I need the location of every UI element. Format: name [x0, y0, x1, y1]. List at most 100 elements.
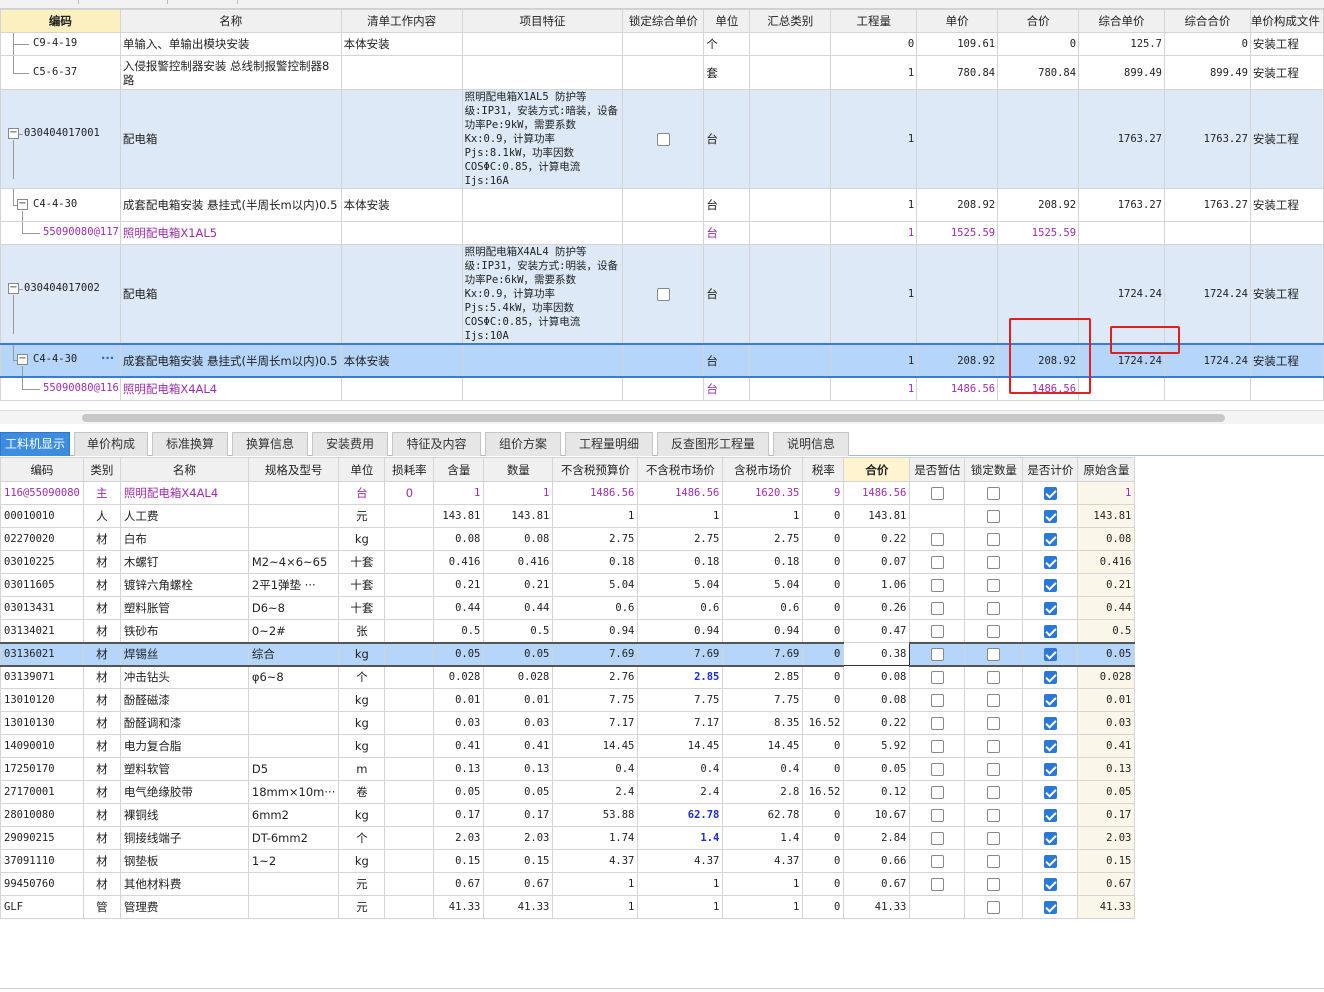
priced-cell[interactable] [1022, 688, 1079, 712]
qty-cell[interactable]: 1 [830, 221, 918, 245]
lock-cell[interactable] [622, 32, 705, 56]
lock-qty-checkbox[interactable] [987, 786, 1001, 799]
taxmarket-cell[interactable]: 1620.35 [722, 481, 804, 505]
content-cell[interactable]: 0.21 [433, 573, 485, 597]
content-cell[interactable]: 2.03 [433, 826, 485, 850]
qty-cell[interactable]: 1 [830, 376, 918, 401]
qty-cell[interactable]: 2.03 [483, 826, 554, 850]
unit-cell[interactable]: 台 [703, 343, 751, 378]
tab-price-composition[interactable]: 单价构成 [74, 432, 148, 456]
orig-content-cell[interactable]: 0.5 [1077, 619, 1136, 643]
estimated-checkbox[interactable] [930, 763, 944, 776]
qty-cell[interactable]: 1 [830, 89, 918, 189]
spec-cell[interactable]: 2平1弹垫 ··· [247, 573, 340, 597]
file-cell[interactable]: 安装工程 [1249, 188, 1324, 222]
unit-cell[interactable]: kg [338, 641, 386, 667]
qty-cell[interactable]: 0.08 [483, 527, 554, 551]
name-cell[interactable]: 裸铜线 [119, 803, 249, 827]
lock-qty-checkbox[interactable] [987, 809, 1001, 822]
tab-materials[interactable]: 工料机显示 [0, 432, 70, 456]
spec-cell[interactable]: DT-6mm2 [247, 826, 340, 850]
priced-checkbox[interactable] [1043, 671, 1057, 685]
col-feature[interactable]: 项目特征 [461, 9, 624, 33]
lock-cell[interactable] [622, 55, 705, 90]
feature-cell[interactable]: 照明配电箱X1AL5 防护等级:IP31，安装方式:暗装，设备功率Pe:9kW，… [461, 89, 624, 189]
lock-qty-checkbox[interactable] [987, 533, 1001, 546]
scrollbar-thumb[interactable] [82, 414, 1225, 422]
price-cell[interactable]: 780.84 [916, 55, 999, 90]
category-cell[interactable]: 材 [82, 665, 121, 689]
budget-cell[interactable]: 1 [552, 504, 639, 528]
code-cell[interactable]: 13010120 [0, 688, 84, 712]
unit-cell[interactable]: kg [338, 688, 386, 712]
file-cell[interactable] [1249, 221, 1324, 245]
tab-graphic-quantity[interactable]: 反查图形工程量 [657, 432, 769, 456]
total-cell[interactable]: 0.66 [843, 849, 911, 873]
col-total[interactable]: 合价 [997, 9, 1080, 33]
content-cell[interactable] [340, 376, 463, 401]
col-name[interactable]: 名称 [119, 457, 249, 482]
content-cell[interactable]: 0.08 [433, 527, 485, 551]
name-cell[interactable]: 焊锡丝 [119, 641, 249, 667]
taxmarket-cell[interactable]: 1.4 [722, 826, 804, 850]
content-cell[interactable]: 0.05 [433, 641, 485, 667]
total-cell[interactable]: 41.33 [843, 895, 911, 919]
feature-cell[interactable] [461, 376, 624, 401]
lock-qty-cell[interactable] [964, 481, 1024, 505]
lock-qty-checkbox[interactable] [987, 855, 1001, 868]
estimated-checkbox[interactable] [930, 533, 944, 546]
loss-cell[interactable] [384, 895, 435, 919]
category-cell[interactable]: 材 [82, 849, 121, 873]
unit-cell[interactable]: 元 [338, 872, 386, 896]
spec-cell[interactable] [247, 734, 340, 758]
col-qty[interactable]: 工程量 [830, 9, 918, 33]
total-cell[interactable]: 2.84 [843, 826, 911, 850]
orig-content-cell[interactable]: 0.05 [1077, 641, 1136, 667]
taxmarket-cell[interactable]: 0.4 [722, 757, 804, 781]
spec-cell[interactable] [247, 895, 340, 919]
table-row[interactable]: 55090080@116 照明配电箱X4AL4 台 1 1486.56 1486… [0, 376, 1324, 401]
lock-qty-cell[interactable] [964, 780, 1024, 804]
market-cell[interactable]: 0.4 [637, 757, 724, 781]
market-cell[interactable]: 2.4 [637, 780, 724, 804]
market-cell[interactable]: 7.17 [637, 711, 724, 735]
lock-qty-cell[interactable] [964, 826, 1024, 850]
tax-cell[interactable]: 0 [802, 849, 845, 873]
code-cell[interactable]: 00010010 [0, 504, 84, 528]
total-cell[interactable]: 0 [997, 32, 1080, 56]
content-cell[interactable]: 0.44 [433, 596, 485, 620]
name-cell[interactable]: 冲击钻头 [119, 665, 249, 689]
lock-qty-cell[interactable] [964, 895, 1024, 919]
table-row[interactable]: 37091110 材钢垫板 1~2 kg 0.15 0.15 4.37 4.37 4.37 0 0.… [0, 849, 1136, 873]
col-loss[interactable]: 损耗率 [384, 457, 435, 482]
taxmarket-cell[interactable]: 4.37 [722, 849, 804, 873]
category-cell[interactable]: 材 [82, 711, 121, 735]
qty-cell[interactable]: 0.13 [483, 757, 554, 781]
lock-qty-cell[interactable] [964, 504, 1024, 528]
col-category[interactable]: 类别 [82, 457, 121, 482]
tax-cell[interactable]: 9 [802, 481, 845, 505]
lock-qty-checkbox[interactable] [987, 694, 1001, 707]
tab-pricing-scheme[interactable]: 组价方案 [485, 432, 561, 456]
priced-cell[interactable] [1022, 757, 1079, 781]
taxmarket-cell[interactable]: 0.18 [722, 550, 804, 574]
name-cell[interactable]: 塑料软管 [119, 757, 249, 781]
estimated-cell[interactable] [909, 688, 966, 712]
taxmarket-cell[interactable]: 8.35 [722, 711, 804, 735]
loss-cell[interactable] [384, 665, 435, 689]
category-cell[interactable] [749, 89, 832, 189]
estimated-cell[interactable] [909, 665, 966, 689]
budget-cell[interactable]: 1 [552, 872, 639, 896]
priced-checkbox[interactable] [1043, 624, 1057, 638]
estimated-cell[interactable] [909, 550, 966, 574]
category-cell[interactable] [749, 221, 832, 245]
qty-cell[interactable]: 1 [830, 343, 918, 378]
qty-cell[interactable]: 0.17 [483, 803, 554, 827]
ctotal-cell[interactable] [1163, 376, 1251, 401]
priced-cell[interactable] [1022, 619, 1079, 643]
loss-cell[interactable]: 0 [384, 481, 435, 505]
tab-description[interactable]: 说明信息 [773, 432, 849, 456]
feature-cell[interactable] [461, 188, 624, 222]
cprice-cell[interactable]: 1763.27 [1078, 89, 1165, 189]
table-row[interactable]: 03013431 材塑料胀管 D6~8 十套 0.44 0.44 0.6 0.6 0.6 0 0.2… [0, 596, 1136, 620]
